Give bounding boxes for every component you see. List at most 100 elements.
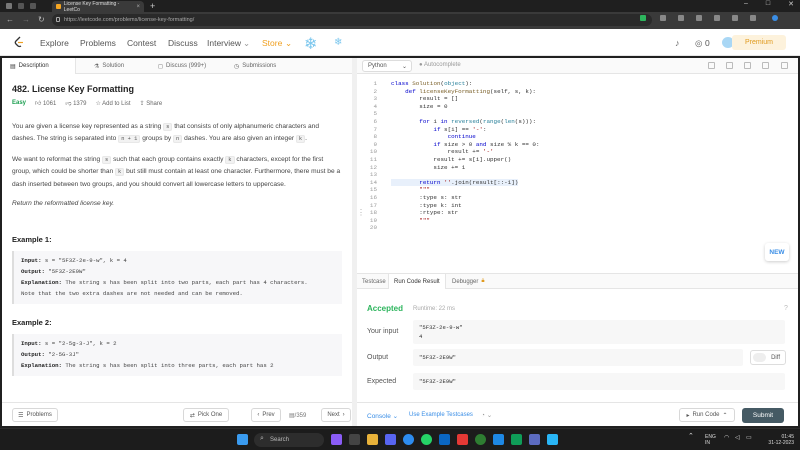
code-line[interactable]: result += s[i].upper() — [391, 156, 511, 163]
windows-start-icon[interactable] — [237, 434, 248, 445]
diff-toggle[interactable]: Diff — [750, 350, 786, 365]
console-button[interactable]: Console ⌄ — [367, 412, 398, 420]
code-line[interactable]: if s[i] == '-': — [391, 126, 486, 133]
close-window-icon[interactable]: ✕ — [788, 0, 794, 8]
use-example-testcases-link[interactable]: Use Example Testcases — [409, 412, 473, 418]
settings-icon[interactable] — [762, 62, 769, 69]
back-icon[interactable]: ← — [6, 15, 14, 24]
teams-icon[interactable] — [529, 434, 540, 445]
code-line[interactable]: result = [] — [391, 95, 458, 102]
spreadsheet-icon[interactable] — [511, 434, 522, 445]
premium-button[interactable]: Premium — [732, 35, 786, 50]
nav-problems[interactable]: Problems — [80, 38, 116, 48]
tab-discuss[interactable]: ◻ Discuss (999+) — [150, 58, 214, 74]
coins-icon[interactable]: ◎ — [695, 38, 702, 49]
run-code-button[interactable]: ▸ Run Code ⌃ — [679, 408, 735, 422]
code-line[interactable]: for i in reversed(range(len(s))): — [391, 118, 536, 125]
collections-icon[interactable] — [696, 15, 702, 21]
volume-icon[interactable]: ◁ — [735, 435, 740, 441]
code-line[interactable]: size = 0 — [391, 103, 447, 110]
code-line[interactable]: continue — [391, 133, 476, 140]
extension-icon[interactable] — [640, 15, 646, 21]
code-line[interactable]: :rtype: str — [391, 209, 458, 216]
prev-button[interactable]: ‹ Prev — [251, 408, 281, 422]
code-line[interactable]: """ — [391, 186, 430, 193]
xbox-icon[interactable] — [475, 434, 486, 445]
maximize-icon[interactable]: □ — [766, 0, 770, 8]
pick-one-button[interactable]: ⇄ Pick One — [183, 408, 229, 422]
nav-store[interactable]: Store — [262, 38, 282, 48]
discord-icon[interactable] — [385, 434, 396, 445]
split-screen-icon[interactable] — [660, 15, 666, 21]
tab-description[interactable]: ▤ Description — [2, 58, 76, 74]
minimize-icon[interactable]: – — [744, 0, 748, 8]
likes-button[interactable]: 👍︎ 1061 — [35, 99, 56, 107]
new-badge-button[interactable]: NEW — [765, 243, 789, 261]
leetcode-logo-icon[interactable] — [14, 36, 24, 48]
code-line[interactable]: class Solution(object): — [391, 80, 472, 87]
braces-icon[interactable] — [744, 62, 751, 69]
tab-actions-icon[interactable] — [30, 3, 36, 9]
submit-button[interactable]: Submit — [742, 408, 784, 423]
clock[interactable]: 01:45 31-12-2023 — [762, 434, 794, 446]
code-editor[interactable]: 1 class Solution(object): 2 def licenseKey… — [357, 80, 798, 280]
edge-icon[interactable] — [403, 434, 414, 445]
nav-discuss[interactable]: Discuss — [168, 38, 198, 48]
code-line[interactable]: return ''.join(result[::-1]) — [391, 178, 519, 186]
add-to-list-button[interactable]: ☆ Add to List — [95, 100, 130, 107]
youtube-icon[interactable] — [457, 434, 468, 445]
tray-chevron-icon[interactable]: ⌃ — [688, 433, 694, 440]
drag-handle-icon[interactable]: ⋮ — [357, 208, 365, 217]
task-view-icon[interactable] — [349, 434, 360, 445]
settings-app-icon[interactable] — [547, 434, 558, 445]
taskbar-search[interactable]: ⌕ Search — [254, 433, 324, 447]
share-button[interactable]: ⇪ Share — [140, 100, 163, 107]
tab-debugger[interactable]: Debugger 🔒︎ — [447, 274, 490, 289]
code-line[interactable]: """ — [391, 217, 430, 224]
code-line[interactable]: :type s: str — [391, 194, 461, 201]
new-tab-icon[interactable]: + — [150, 1, 155, 11]
dislikes-button[interactable]: 👎︎ 1379 — [65, 99, 86, 107]
linkedin-icon[interactable] — [439, 434, 450, 445]
copilot-app-icon[interactable] — [331, 434, 342, 445]
profile-icon[interactable] — [6, 3, 12, 9]
wifi-icon[interactable]: ◠ — [724, 435, 729, 441]
fullscreen-icon[interactable] — [781, 62, 788, 69]
refresh-icon[interactable]: ↻ — [38, 15, 45, 24]
language-indicator[interactable]: ENG IN — [705, 434, 716, 446]
code-line[interactable]: :type k: int — [391, 202, 461, 209]
nav-contest[interactable]: Contest — [127, 38, 156, 48]
problems-list-button[interactable]: ☰ Problems — [12, 408, 58, 422]
copilot-icon[interactable] — [772, 15, 778, 21]
language-select[interactable]: Python ⌄ — [362, 60, 412, 72]
tab-run-code-result[interactable]: Run Code Result — [388, 274, 446, 289]
nav-explore[interactable]: Explore — [40, 38, 69, 48]
notification-bell-icon[interactable]: ♪ — [675, 38, 680, 48]
downloads-icon[interactable] — [714, 15, 720, 21]
favorites-icon[interactable] — [678, 15, 684, 21]
autocomplete-toggle[interactable]: ● Autocomplete — [419, 62, 461, 68]
whatsapp-icon[interactable] — [421, 434, 432, 445]
store-icon[interactable] — [493, 434, 504, 445]
next-button[interactable]: Next › — [321, 408, 351, 422]
info-icon[interactable] — [708, 62, 715, 69]
code-line[interactable]: def licenseKeyFormatting(self, s, k): — [391, 88, 536, 95]
forward-icon[interactable]: → — [22, 15, 30, 24]
tab-solution[interactable]: ⚗ Solution — [86, 58, 132, 74]
close-tab-icon[interactable]: × — [136, 4, 140, 10]
help-icon[interactable]: ◔ ⌄ — [481, 411, 492, 419]
browser-tab[interactable]: License Key Formatting - LeetCo × — [52, 1, 144, 13]
address-input[interactable]: https://leetcode.com/problems/license-ke… — [52, 14, 652, 26]
help-icon[interactable]: ? — [784, 305, 788, 312]
nav-interview[interactable]: Interview — [207, 38, 241, 48]
workspaces-icon[interactable] — [18, 3, 24, 9]
code-line[interactable]: if size > 0 and size % k == 0: — [391, 141, 539, 148]
code-line[interactable]: result += '-' — [391, 148, 494, 155]
browser-menu-icon[interactable] — [750, 15, 756, 21]
tab-testcase[interactable]: Testcase — [357, 274, 391, 289]
file-explorer-icon[interactable] — [367, 434, 378, 445]
tab-submissions[interactable]: ◷ Submissions — [226, 58, 284, 74]
reset-icon[interactable] — [726, 62, 733, 69]
code-line[interactable]: size += 1 — [391, 164, 465, 171]
history-icon[interactable] — [732, 15, 738, 21]
